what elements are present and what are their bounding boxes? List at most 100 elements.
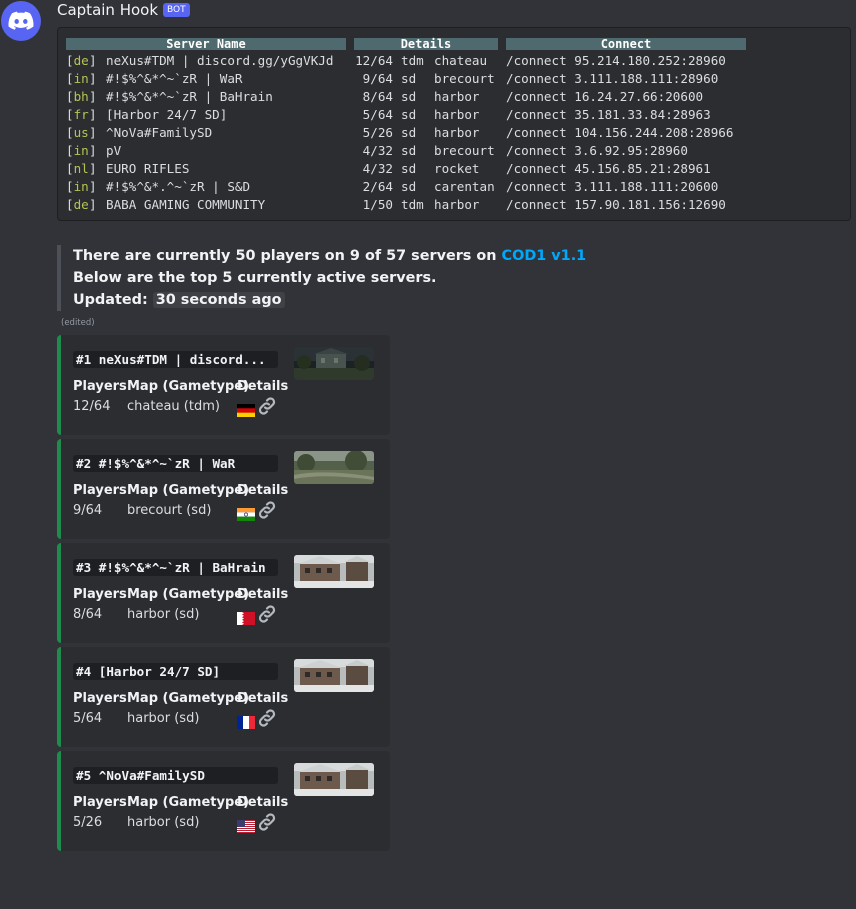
server-embed: #4 [Harbor 24/7 SD] Players Map (Gametype)… — [57, 647, 390, 747]
country-flag-icon — [237, 402, 255, 417]
map-thumbnail[interactable] — [294, 555, 374, 588]
map-name: harbor — [434, 107, 480, 122]
map-name: harbor — [434, 89, 480, 104]
server-embed: #2 #!$%^&*^~`zR | WaR Players Map (Gametyp… — [57, 439, 390, 539]
link-icon[interactable] — [257, 501, 277, 519]
player-count: 5/26 — [362, 125, 393, 140]
updated-label: Updated: — [73, 292, 153, 308]
country-flag-icon — [237, 610, 255, 625]
gametype: sd — [401, 179, 417, 194]
field-details-label: Details — [237, 795, 289, 810]
gametype: sd — [401, 125, 417, 140]
username[interactable]: Captain Hook — [57, 1, 158, 19]
player-count: 9/64 — [362, 71, 393, 86]
map-thumbnail[interactable] — [294, 451, 374, 484]
field-details-label: Details — [237, 379, 289, 394]
summary-line-top: Below are the top 5 currently active ser… — [73, 270, 437, 286]
field-players-label: Players — [73, 379, 127, 394]
gametype: sd — [401, 89, 417, 104]
connect-command[interactable]: /connect 35.181.33.84:28963 — [506, 106, 711, 124]
field-map-label: Map (Gametype) — [127, 379, 250, 394]
field-map-value: chateau (tdm) — [127, 399, 220, 414]
summary-line-updated: Updated: 30 seconds ago — [73, 289, 586, 311]
field-details-label: Details — [237, 587, 289, 602]
field-map-value: brecourt (sd) — [127, 503, 212, 518]
field-map-value: harbor (sd) — [127, 711, 200, 726]
field-map-label: Map (Gametype) — [127, 691, 250, 706]
player-count: 5/64 — [362, 107, 393, 122]
player-count: 4/32 — [362, 143, 393, 158]
updated-timestamp[interactable]: 30 seconds ago — [152, 292, 285, 308]
field-players-label: Players — [73, 795, 127, 810]
field-details-label: Details — [237, 691, 289, 706]
map-name: carentan — [434, 179, 495, 194]
server-table-codeblock: Server Name Details Connect [de] neXus#TD… — [57, 27, 851, 221]
player-count: 8/64 — [362, 89, 393, 104]
field-players-value: 9/64 — [73, 503, 103, 518]
gametype: sd — [401, 161, 417, 176]
message-header: Captain Hook BOT — [57, 0, 190, 20]
bot-avatar[interactable] — [1, 1, 41, 41]
map-name: chateau — [434, 53, 488, 68]
connect-command[interactable]: /connect 16.24.27.66:20600 — [506, 88, 703, 106]
field-map-label: Map (Gametype) — [127, 587, 250, 602]
header-server-name: Server Name — [66, 38, 346, 50]
link-icon[interactable] — [257, 813, 277, 831]
player-count: 4/32 — [362, 161, 393, 176]
link-icon[interactable] — [257, 605, 277, 623]
player-count: 1/50 — [362, 197, 393, 212]
edited-label: (edited) — [61, 318, 95, 328]
country-flag-icon — [237, 506, 255, 521]
player-count: 2/64 — [362, 179, 393, 194]
gametype: tdm — [401, 53, 424, 68]
connect-command[interactable]: /connect 45.156.85.21:28961 — [506, 160, 711, 178]
map-thumbnail[interactable] — [294, 347, 374, 380]
connect-command[interactable]: /connect 104.156.244.208:28966 — [506, 124, 733, 142]
gametype: sd — [401, 107, 417, 122]
field-players-value: 12/64 — [73, 399, 111, 414]
link-icon[interactable] — [257, 397, 277, 415]
summary-line-players: There are currently 50 players on 9 of 5… — [73, 245, 586, 267]
map-thumbnail[interactable] — [294, 659, 374, 692]
embed-title: #2 #!$%^&*^~`zR | WaR — [73, 455, 278, 472]
map-name: brecourt — [434, 143, 495, 158]
summary-text: There are currently 50 players on 9 of 5… — [73, 248, 502, 264]
player-count: 12/64 — [355, 53, 393, 68]
field-map-value: harbor (sd) — [127, 607, 200, 622]
map-name: rocket — [434, 161, 480, 176]
field-details-label: Details — [237, 483, 289, 498]
server-embed: #3 #!$%^&*^~`zR | BaHrain Players Map (Gam… — [57, 543, 390, 643]
game-version-link[interactable]: COD1 v1.1 — [502, 248, 587, 264]
field-players-label: Players — [73, 483, 127, 498]
field-players-value: 5/64 — [73, 711, 103, 726]
embed-title: #4 [Harbor 24/7 SD] — [73, 663, 278, 680]
gametype: sd — [401, 143, 417, 158]
map-name: harbor — [434, 197, 480, 212]
field-map-label: Map (Gametype) — [127, 795, 250, 810]
gametype: sd — [401, 71, 417, 86]
header-connect: Connect — [506, 38, 746, 50]
summary-quote: There are currently 50 players on 9 of 5… — [57, 245, 586, 311]
server-embed: #5 ^NoVa#FamilySD Players Map (Gametype) De… — [57, 751, 390, 851]
header-details: Details — [354, 38, 498, 50]
connect-command[interactable]: /connect 3.111.188.111:28960 — [506, 70, 718, 88]
map-name: brecourt — [434, 71, 495, 86]
field-map-label: Map (Gametype) — [127, 483, 250, 498]
connect-command[interactable]: /connect 95.214.180.252:28960 — [506, 52, 726, 70]
link-icon[interactable] — [257, 709, 277, 727]
server-embed: #1 neXus#TDM | discord... Players Map (Gam… — [57, 335, 390, 435]
connect-command[interactable]: /connect 157.90.181.156:12690 — [506, 196, 726, 214]
connect-command[interactable]: /connect 3.6.92.95:28960 — [506, 142, 688, 160]
field-players-value: 8/64 — [73, 607, 103, 622]
bot-badge: BOT — [163, 3, 190, 17]
field-players-value: 5/26 — [73, 815, 103, 830]
field-map-value: harbor (sd) — [127, 815, 200, 830]
connect-command[interactable]: /connect 3.111.188.111:20600 — [506, 178, 718, 196]
country-flag-icon — [237, 818, 255, 833]
embed-title: #5 ^NoVa#FamilySD — [73, 767, 278, 784]
map-name: harbor — [434, 125, 480, 140]
country-flag-icon — [237, 714, 255, 729]
map-thumbnail[interactable] — [294, 763, 374, 796]
discord-logo-icon — [8, 11, 34, 30]
field-players-label: Players — [73, 587, 127, 602]
